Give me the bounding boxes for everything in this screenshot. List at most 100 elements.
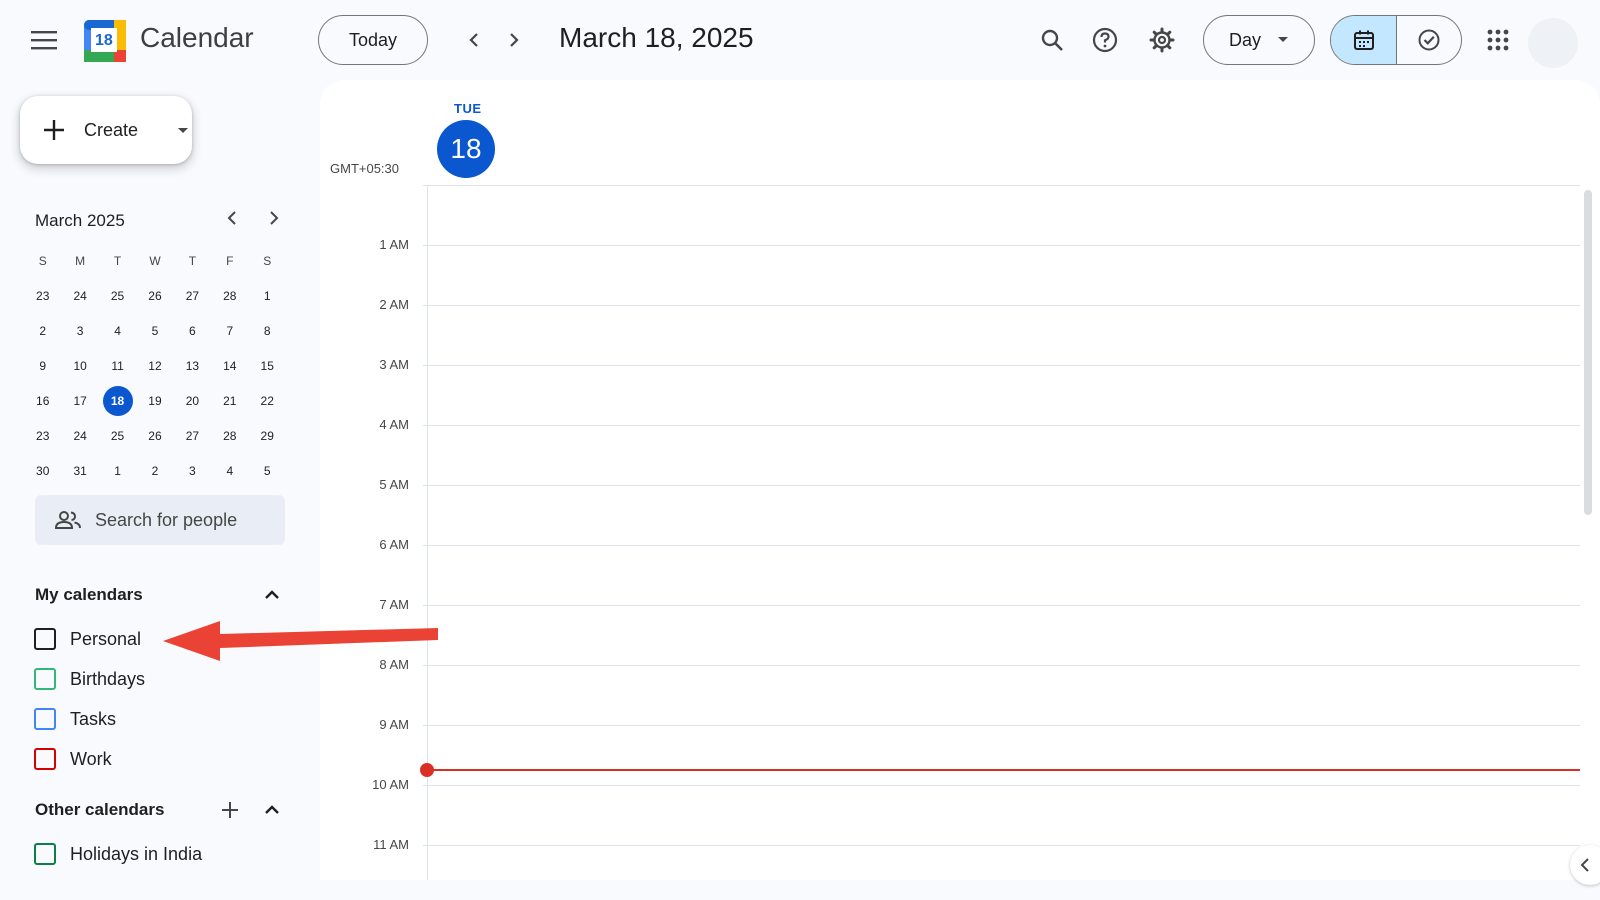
weekday-label: T bbox=[113, 253, 122, 268]
day-number-button[interactable]: 18 bbox=[437, 120, 495, 178]
mini-calendar-day[interactable]: 25 bbox=[103, 281, 133, 311]
search-icon[interactable] bbox=[1030, 18, 1074, 62]
mini-calendar-week-row: 30 31 1 2 3 4 5 bbox=[24, 453, 286, 488]
mini-calendar-day[interactable]: 12 bbox=[140, 351, 170, 381]
mini-calendar-day-cell: 19 bbox=[136, 383, 173, 418]
mini-calendar-next-month[interactable] bbox=[256, 200, 292, 236]
mini-calendar-day-cell: 21 bbox=[211, 383, 248, 418]
weekday-label: W bbox=[149, 253, 161, 268]
all-day-divider bbox=[423, 185, 1580, 186]
mini-calendar-day[interactable]: 28 bbox=[215, 421, 245, 451]
hour-gridline bbox=[423, 845, 1580, 846]
mini-calendar-day[interactable]: 24 bbox=[65, 421, 95, 451]
mini-calendar-day[interactable]: 4 bbox=[103, 316, 133, 346]
hour-gridline bbox=[423, 245, 1580, 246]
calendar-list-item[interactable]: Tasks bbox=[34, 703, 116, 735]
calendar-checkbox[interactable] bbox=[34, 708, 56, 730]
mini-calendar-day[interactable]: 7 bbox=[215, 316, 245, 346]
mini-calendar-day[interactable]: 25 bbox=[103, 421, 133, 451]
mini-calendar-day-cell: 3 bbox=[61, 313, 98, 348]
today-button[interactable]: Today bbox=[318, 15, 428, 65]
help-icon[interactable] bbox=[1083, 18, 1127, 62]
scrollbar[interactable] bbox=[1584, 190, 1592, 515]
mini-calendar-day[interactable]: 13 bbox=[177, 351, 207, 381]
hour-gridline bbox=[423, 665, 1580, 666]
calendar-list-item[interactable]: Birthdays bbox=[34, 663, 145, 695]
mini-calendar-day[interactable]: 17 bbox=[65, 386, 95, 416]
mini-calendar-day[interactable]: 26 bbox=[140, 281, 170, 311]
mini-calendar-day[interactable]: 19 bbox=[140, 386, 170, 416]
create-button-label: Create bbox=[84, 120, 139, 140]
account-avatar[interactable] bbox=[1528, 18, 1578, 68]
mini-calendar-day[interactable]: 3 bbox=[177, 456, 207, 486]
mini-calendar-day[interactable]: 8 bbox=[252, 316, 282, 346]
mini-calendar-day-cell: 30 bbox=[24, 453, 61, 488]
mini-calendar-day-cell: 4 bbox=[99, 313, 136, 348]
mini-calendar-day[interactable]: 28 bbox=[215, 281, 245, 311]
view-switcher-dropdown[interactable]: Day bbox=[1203, 15, 1315, 65]
calendar-list-item[interactable]: Holidays in India bbox=[34, 838, 202, 870]
mini-calendar-day[interactable]: 5 bbox=[252, 456, 282, 486]
mini-calendar-day[interactable]: 3 bbox=[65, 316, 95, 346]
mini-calendar-day[interactable]: 4 bbox=[215, 456, 245, 486]
mini-calendar-day[interactable]: 23 bbox=[28, 281, 58, 311]
mini-calendar-day[interactable]: 31 bbox=[65, 456, 95, 486]
calendar-label: Holidays in India bbox=[70, 843, 203, 864]
hour-label: 6 AM bbox=[379, 537, 409, 552]
top-app-bar: 18 Calendar Today March 18, 2025 Day bbox=[0, 0, 1600, 82]
add-other-calendar-button[interactable] bbox=[210, 790, 250, 830]
mini-calendar-day-cell: 2 bbox=[136, 453, 173, 488]
mini-calendar-week-row: 23 24 25 26 27 28 1 bbox=[24, 278, 286, 313]
mini-calendar-day[interactable]: 6 bbox=[177, 316, 207, 346]
mini-calendar-day[interactable]: 1 bbox=[252, 281, 282, 311]
mini-calendar-day[interactable]: 9 bbox=[28, 351, 58, 381]
tasks-view-button[interactable] bbox=[1396, 16, 1461, 64]
hamburger-menu-icon[interactable] bbox=[22, 18, 66, 62]
my-calendars-collapse[interactable] bbox=[252, 575, 292, 615]
create-button[interactable]: Create bbox=[20, 96, 192, 164]
calendar-logo-icon[interactable]: 18 bbox=[84, 20, 126, 62]
hour-label: 8 AM bbox=[379, 657, 409, 672]
calendar-list-item[interactable]: Personal bbox=[34, 623, 141, 655]
mini-calendar-day-cell: 20 bbox=[174, 383, 211, 418]
mini-calendar-day[interactable]: 24 bbox=[65, 281, 95, 311]
apps-grid-icon[interactable] bbox=[1476, 18, 1520, 62]
mini-calendar-day[interactable]: 11 bbox=[103, 351, 133, 381]
mini-calendar-day[interactable]: 10 bbox=[65, 351, 95, 381]
mini-calendar-today[interactable]: 18 bbox=[102, 385, 133, 416]
calendar-checkbox[interactable] bbox=[34, 628, 56, 650]
hour-gridline bbox=[423, 605, 1580, 606]
mini-calendar-day[interactable]: 1 bbox=[103, 456, 133, 486]
current-time-dot bbox=[420, 763, 434, 777]
mini-calendar-day[interactable]: 2 bbox=[28, 316, 58, 346]
calendar-checkbox[interactable] bbox=[34, 668, 56, 690]
mini-calendar-day[interactable]: 21 bbox=[215, 386, 245, 416]
current-time-line bbox=[427, 769, 1580, 771]
search-people-input[interactable]: Search for people bbox=[35, 495, 285, 545]
gear-icon[interactable] bbox=[1140, 18, 1184, 62]
mini-calendar-day[interactable]: 27 bbox=[177, 281, 207, 311]
hour-label: 1 AM bbox=[379, 237, 409, 252]
calendar-list-item[interactable]: Work bbox=[34, 743, 112, 775]
mini-calendar-day[interactable]: 27 bbox=[177, 421, 207, 451]
mini-calendar-day[interactable]: 26 bbox=[140, 421, 170, 451]
mini-calendar-day[interactable]: 30 bbox=[28, 456, 58, 486]
previous-day-button[interactable] bbox=[452, 18, 496, 62]
mini-calendar-day[interactable]: 23 bbox=[28, 421, 58, 451]
mini-calendar-day[interactable]: 16 bbox=[28, 386, 58, 416]
mini-calendar-day[interactable]: 2 bbox=[140, 456, 170, 486]
mini-calendar-day[interactable]: 5 bbox=[140, 316, 170, 346]
calendar-checkbox[interactable] bbox=[34, 843, 56, 865]
calendar-checkbox[interactable] bbox=[34, 748, 56, 770]
mini-calendar-day[interactable]: 22 bbox=[252, 386, 282, 416]
next-day-button[interactable] bbox=[492, 18, 536, 62]
mini-calendar-day[interactable]: 20 bbox=[177, 386, 207, 416]
mini-calendar-day[interactable]: 14 bbox=[215, 351, 245, 381]
calendar-view-button[interactable] bbox=[1331, 16, 1396, 64]
other-calendars-collapse[interactable] bbox=[252, 790, 292, 830]
mini-calendar-day[interactable]: 15 bbox=[252, 351, 282, 381]
mini-calendar-day-cell: 23 bbox=[24, 418, 61, 453]
mini-calendar-day[interactable]: 29 bbox=[252, 421, 282, 451]
mini-calendar-prev-month[interactable] bbox=[214, 200, 250, 236]
mini-calendar-day-cell: 28 bbox=[211, 278, 248, 313]
